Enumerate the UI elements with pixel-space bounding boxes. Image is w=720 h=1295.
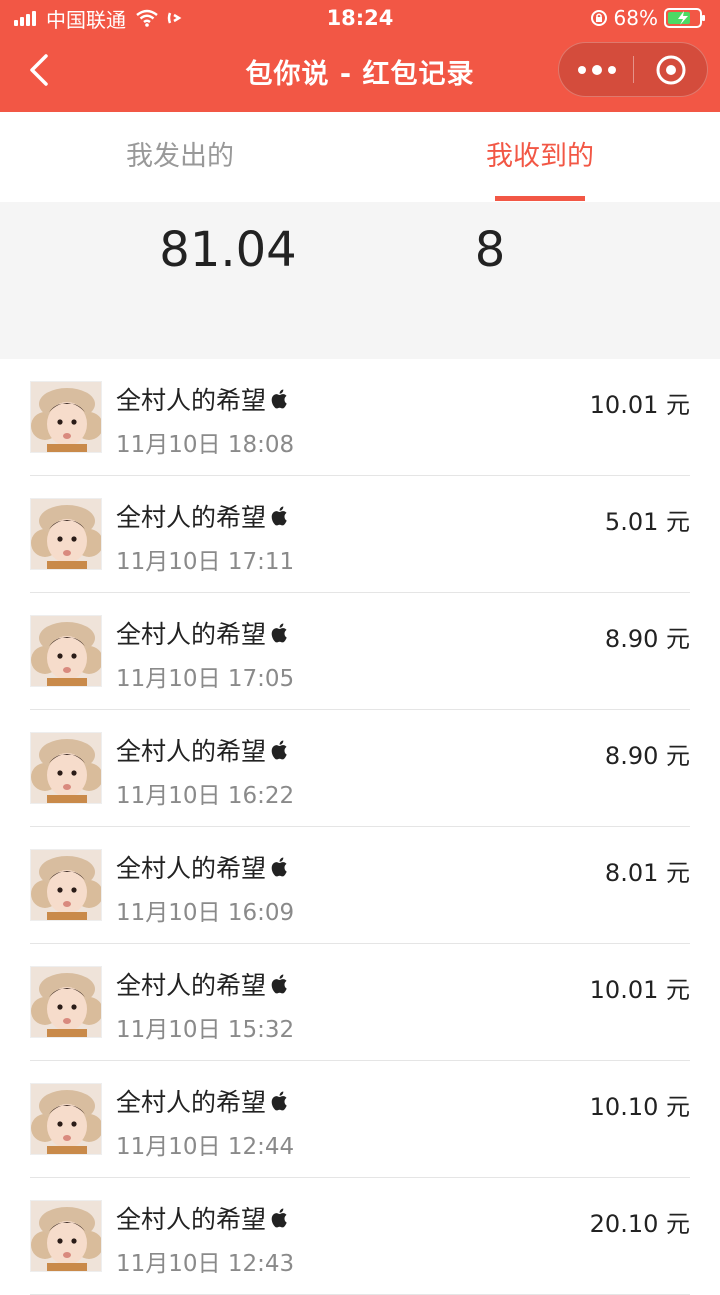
apple-icon [271, 740, 287, 760]
apple-icon [271, 389, 287, 409]
active-tab-indicator [495, 196, 585, 201]
avatar-image [31, 733, 101, 803]
sender-name-text: 全村人的希望 [116, 737, 267, 766]
list-item[interactable]: 全村人的希望 11月10日 16:09 8.01 元 [0, 827, 720, 944]
record-time: 11月10日 17:11 [116, 549, 295, 575]
target-icon [656, 55, 685, 84]
avatar-image [31, 616, 101, 686]
record-time: 11月10日 12:43 [116, 1251, 295, 1277]
total-amount: 81.04 [159, 222, 297, 278]
sender-name-text: 全村人的希望 [116, 971, 267, 1000]
avatar [30, 381, 102, 453]
more-dot-icon [591, 64, 602, 75]
sender-name-text: 全村人的希望 [116, 1088, 267, 1117]
sender-name-text: 全村人的希望 [116, 1205, 267, 1234]
tab-sent[interactable]: 我发出的 [0, 112, 360, 202]
sender-name-text: 全村人的希望 [116, 503, 267, 532]
record-amount: 5.01 元 [604, 508, 690, 536]
record-list: 全村人的希望 11月10日 18:08 10.01 元 全村人的希望 11月10… [0, 359, 720, 1295]
list-item[interactable]: 全村人的希望 11月10日 17:05 8.90 元 [0, 593, 720, 710]
avatar-image [31, 382, 101, 452]
avatar-image [31, 499, 101, 569]
record-amount: 10.10 元 [589, 1093, 690, 1121]
record-amount: 20.10 元 [589, 1210, 690, 1238]
battery-percent: 68% [613, 6, 658, 30]
status-bar: 中国联通 18:24 68% [0, 0, 720, 36]
avatar-image [31, 850, 101, 920]
sender-name-text: 全村人的希望 [116, 386, 267, 415]
sender-name: 全村人的希望 [116, 498, 290, 534]
battery-icon [664, 8, 705, 28]
list-item[interactable]: 全村人的希望 11月10日 12:44 10.10 元 [0, 1061, 720, 1178]
status-right: 68% [590, 6, 706, 30]
record-time: 11月10日 16:22 [116, 783, 295, 809]
record-amount: 10.01 元 [589, 976, 690, 1004]
avatar [30, 1083, 102, 1155]
record-amount: 8.90 元 [604, 742, 690, 770]
close-miniapp-button[interactable] [634, 43, 707, 96]
sender-name-text: 全村人的希望 [116, 620, 267, 649]
tab-bar: 我发出的 我收到的 [0, 112, 720, 202]
more-dot-icon [577, 65, 586, 74]
rotation-lock-icon [590, 10, 607, 26]
avatar [30, 849, 102, 921]
miniapp-capsule [558, 42, 708, 97]
more-dot-icon [607, 65, 616, 74]
record-amount: 8.01 元 [604, 859, 690, 887]
list-item[interactable]: 全村人的希望 11月10日 16:22 8.90 元 [0, 710, 720, 827]
record-time: 11月10日 15:32 [116, 1017, 295, 1043]
avatar [30, 615, 102, 687]
sender-name: 全村人的希望 [116, 1083, 290, 1119]
avatar-image [31, 1201, 101, 1271]
sender-name: 全村人的希望 [116, 849, 290, 885]
apple-icon [271, 857, 287, 877]
list-item[interactable]: 全村人的希望 11月10日 12:43 20.10 元 [0, 1178, 720, 1295]
nav-bar: 包你说 - 红包记录 [0, 36, 720, 112]
apple-icon [271, 1208, 287, 1228]
list-item[interactable]: 全村人的希望 11月10日 15:32 10.01 元 [0, 944, 720, 1061]
apple-icon [271, 623, 287, 643]
avatar-image [31, 967, 101, 1037]
avatar [30, 498, 102, 570]
list-item[interactable]: 全村人的希望 11月10日 17:11 5.01 元 [0, 476, 720, 593]
sender-name: 全村人的希望 [116, 615, 290, 651]
list-item[interactable]: 全村人的希望 11月10日 18:08 10.01 元 [0, 359, 720, 476]
avatar [30, 966, 102, 1038]
record-time: 11月10日 17:05 [116, 666, 295, 692]
summary-panel: 81.04 8 [0, 202, 720, 359]
more-button[interactable] [559, 43, 634, 96]
total-count: 8 [474, 222, 506, 278]
tab-received[interactable]: 我收到的 [360, 112, 720, 202]
sender-name-text: 全村人的希望 [116, 854, 267, 883]
avatar [30, 732, 102, 804]
sender-name: 全村人的希望 [116, 1200, 290, 1236]
apple-icon [271, 506, 287, 526]
record-time: 11月10日 12:44 [116, 1134, 295, 1160]
record-time: 11月10日 16:09 [116, 900, 295, 926]
apple-icon [271, 974, 287, 994]
sender-name: 全村人的希望 [116, 381, 290, 417]
record-amount: 10.01 元 [589, 391, 690, 419]
sender-name: 全村人的希望 [116, 732, 290, 768]
record-time: 11月10日 18:08 [116, 432, 295, 458]
record-amount: 8.90 元 [604, 625, 690, 653]
sender-name: 全村人的希望 [116, 966, 290, 1002]
apple-icon [271, 1091, 287, 1111]
avatar [30, 1200, 102, 1272]
avatar-image [31, 1084, 101, 1154]
